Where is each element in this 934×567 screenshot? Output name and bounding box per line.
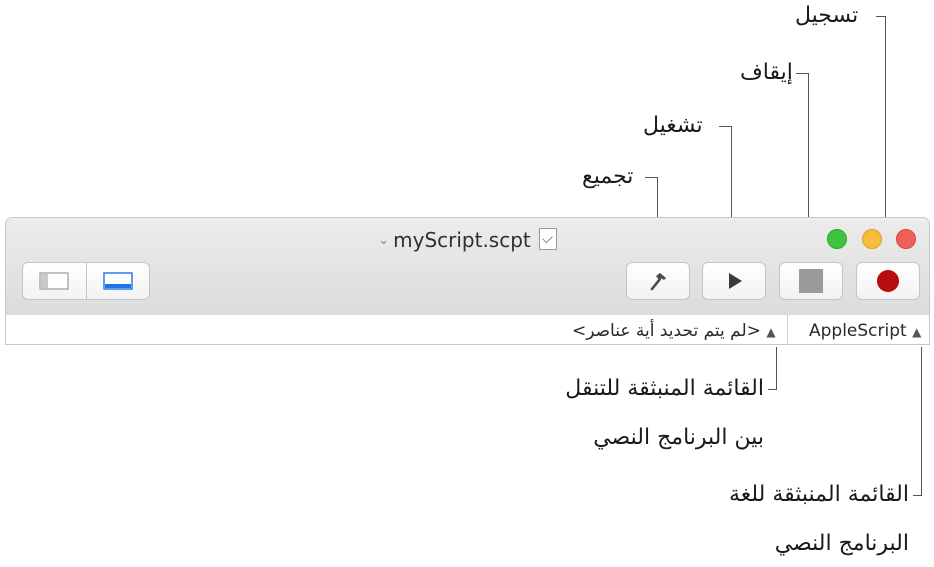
navigation-leader-h	[768, 389, 777, 390]
chevron-down-icon[interactable]: ⌄	[378, 233, 389, 248]
title-bar: ⌄ myScript.scpt	[6, 218, 929, 316]
updown-arrows-icon: ▲︎	[766, 325, 776, 339]
view-toggle-left[interactable]	[23, 263, 86, 299]
stop-icon	[799, 269, 823, 293]
view-toggle-right[interactable]	[85, 263, 150, 299]
navigation-bar: <لم يتم تحديد أية عناصر> ▲︎ AppleScript …	[6, 315, 929, 344]
navigation-popup-menu[interactable]: <لم يتم تحديد أية عناصر> ▲︎	[572, 319, 776, 343]
script-document-icon[interactable]	[538, 228, 557, 250]
compile-button[interactable]	[626, 262, 690, 300]
view-toggle-control	[22, 262, 150, 300]
callout-stop: إيقاف	[740, 60, 793, 85]
sidebar-icon	[39, 272, 69, 290]
language-popup-menu[interactable]: AppleScript ▲︎	[809, 319, 921, 343]
minimize-button[interactable]	[862, 229, 882, 249]
callout-run: تشغيل	[643, 113, 703, 138]
callout-navigation-line2: بين البرنامج النصي	[593, 425, 764, 450]
close-button[interactable]	[896, 229, 916, 249]
navigation-leader-v	[776, 347, 777, 389]
window-title-text: myScript.scpt	[393, 228, 531, 252]
zoom-button[interactable]	[827, 229, 847, 249]
bottom-panel-icon	[103, 272, 133, 290]
callout-record: تسجيل	[795, 3, 859, 28]
hammer-icon	[650, 273, 666, 291]
record-button[interactable]	[856, 262, 920, 300]
stop-button[interactable]	[779, 262, 843, 300]
updown-arrows-icon: ▲︎	[912, 325, 922, 339]
run-button[interactable]	[702, 262, 766, 300]
language-leader-v	[921, 347, 922, 495]
script-editor-window: ⌄ myScript.scpt <لم يتم تحديد أية عناصر>…	[5, 217, 930, 345]
callout-language-line1: القائمة المنبثقة للغة	[728, 482, 909, 507]
record-icon	[877, 270, 899, 292]
language-leader-h	[913, 495, 922, 496]
play-icon	[729, 273, 742, 289]
navigation-popup-value: <لم يتم تحديد أية عناصر>	[572, 321, 761, 341]
window-title[interactable]: ⌄ myScript.scpt	[6, 228, 929, 252]
callout-language-line2: البرنامج النصي	[774, 531, 909, 556]
language-popup-value: AppleScript	[809, 321, 907, 341]
callout-compile: تجميع	[582, 164, 634, 189]
navbar-divider	[787, 315, 788, 344]
callout-navigation-line1: القائمة المنبثقة للتنقل	[565, 376, 764, 401]
